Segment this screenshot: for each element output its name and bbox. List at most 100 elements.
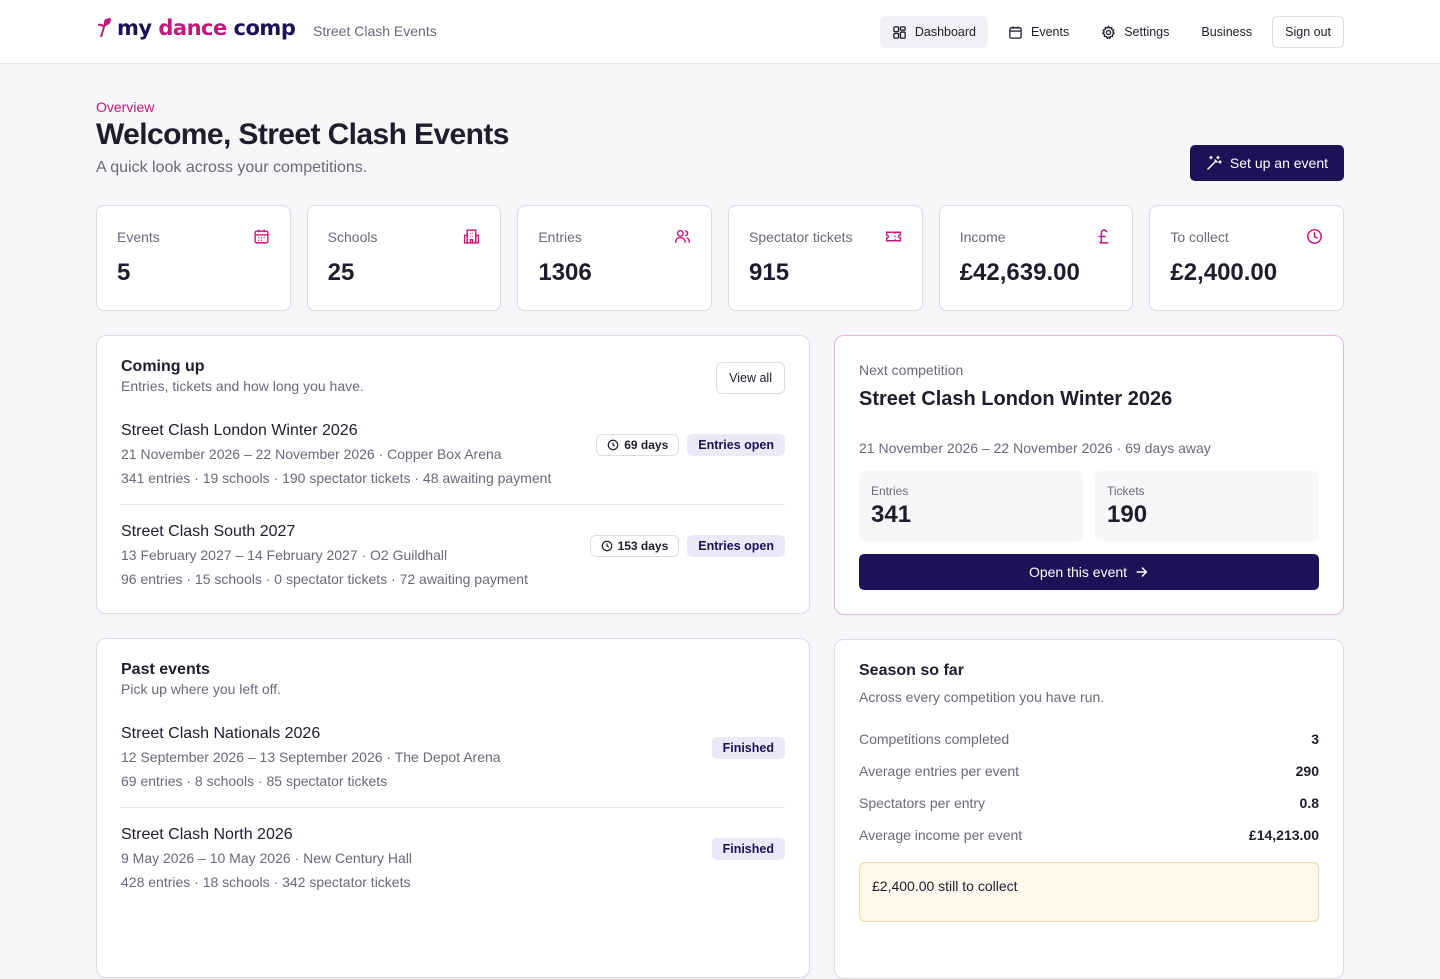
days-remaining: 69 days <box>624 438 669 452</box>
season-stat-label: Average entries per event <box>859 763 1020 779</box>
nav-business[interactable]: Business <box>1189 16 1264 48</box>
clock-icon <box>601 540 612 552</box>
view-all-button[interactable]: View all <box>716 362 785 394</box>
set-up-event-label: Set up an event <box>1229 155 1328 171</box>
event-dates-venue: 9 May 2026 – 10 May 2026 · New Century H… <box>121 850 413 866</box>
nav-settings-label: Settings <box>1124 25 1170 39</box>
users-icon <box>674 229 691 243</box>
nav-settings[interactable]: Settings <box>1089 16 1181 48</box>
page-eyebrow: Overview <box>96 99 155 115</box>
logo-wordmark: my dance comp <box>117 16 296 40</box>
top-navigation-bar: my dance comp Street Clash Events Dashbo… <box>0 0 1440 64</box>
main-nav: Dashboard Events Settings Business Sign … <box>879 16 1344 48</box>
event-badges: 153 days Entries open <box>589 535 785 557</box>
stat-value: 1306 <box>538 259 592 286</box>
stat-label: Entries <box>538 229 582 245</box>
status-badge: Finished <box>711 838 785 860</box>
stat-card-events: Events 5 <box>96 205 291 311</box>
ticket-icon <box>885 231 901 242</box>
nav-dashboard-label: Dashboard <box>914 25 976 39</box>
upcoming-event-row[interactable]: Street Clash South 2027 13 February 2027… <box>121 523 785 603</box>
building-icon <box>464 229 480 244</box>
event-badges: 69 days Entries open <box>596 434 785 456</box>
event-name: Street Clash South 2027 <box>121 523 296 540</box>
season-title: Season so far <box>859 662 964 679</box>
season-stat-label: Competitions completed <box>859 731 1010 747</box>
stat-card-to-collect: To collect £2,400.00 <box>1149 205 1345 311</box>
next-competition-dates: 21 November 2026 – 22 November 2026 · 69… <box>859 440 1211 456</box>
past-events-subtitle: Pick up where you left off. <box>121 681 282 697</box>
still-to-collect-notice: £2,400.00 still to collect <box>859 862 1319 922</box>
clock-icon <box>1307 229 1322 244</box>
status-badge: Finished <box>711 737 785 759</box>
organisation-name: Street Clash Events <box>313 23 437 39</box>
sign-out-button[interactable]: Sign out <box>1272 16 1344 48</box>
page-subtitle: A quick look across your competitions. <box>96 159 368 176</box>
row-divider <box>121 504 785 505</box>
stat-label: To collect <box>1170 229 1229 245</box>
stat-label: Schools <box>327 229 378 245</box>
event-name: Street Clash North 2026 <box>121 826 293 843</box>
event-badges: Finished <box>711 838 785 860</box>
stat-label: Spectator tickets <box>749 229 853 245</box>
entries-value: 341 <box>871 501 912 528</box>
stats-row: Events 5 Schools 25 Entries 1306 Spectat… <box>96 205 1345 311</box>
past-events-title: Past events <box>121 661 210 678</box>
stat-value: 5 <box>117 259 131 286</box>
stat-label: Events <box>117 229 160 245</box>
dashboard-grid-icon <box>893 25 906 39</box>
upcoming-event-row[interactable]: Street Clash London Winter 2026 21 Novem… <box>121 422 785 502</box>
logo-accent: dance <box>158 16 227 40</box>
season-stat-row: Average entries per event 290 <box>859 763 1319 783</box>
nav-business-label: Business <box>1201 25 1253 39</box>
event-dates-venue: 12 September 2026 – 13 September 2026 · … <box>121 749 501 765</box>
magic-wand-icon <box>1207 155 1222 170</box>
season-stat-value: 290 <box>1295 763 1319 779</box>
past-event-row[interactable]: Street Clash North 2026 9 May 2026 – 10 … <box>121 826 785 906</box>
nav-dashboard[interactable]: Dashboard <box>879 16 988 48</box>
pound-icon <box>1098 229 1109 244</box>
event-name: Street Clash Nationals 2026 <box>121 725 321 742</box>
nav-events-label: Events <box>1031 25 1070 39</box>
logo-prefix: my <box>117 16 159 40</box>
set-up-event-button[interactable]: Set up an event <box>1189 145 1344 181</box>
stat-value: £2,400.00 <box>1170 259 1278 286</box>
event-dates-venue: 13 February 2027 – 14 February 2027 · O2… <box>121 547 448 563</box>
clock-icon <box>607 439 619 451</box>
days-remaining: 153 days <box>617 539 669 553</box>
open-this-event-button[interactable]: Open this event <box>859 554 1319 590</box>
event-stats: 428 entries · 18 schools · 342 spectator… <box>121 874 411 890</box>
open-this-event-label: Open this event <box>1028 564 1128 580</box>
still-to-collect-text: £2,400.00 still to collect <box>872 878 1018 894</box>
coming-up-title: Coming up <box>121 358 205 375</box>
row-divider <box>121 807 785 808</box>
season-stat-row: Spectators per entry 0.8 <box>859 795 1319 815</box>
entries-summary: Entries 341 <box>859 471 1083 541</box>
event-stats: 96 entries · 15 schools · 0 spectator ti… <box>121 571 528 587</box>
tickets-summary: Tickets 190 <box>1095 471 1319 541</box>
stat-value: £42,639.00 <box>959 259 1080 286</box>
coming-up-subtitle: Entries, tickets and how long you have. <box>121 378 364 394</box>
stat-value: 25 <box>327 259 355 286</box>
stat-card-entries: Entries 1306 <box>517 205 713 311</box>
tickets-value: 190 <box>1107 501 1148 528</box>
calendar-icon <box>1009 25 1022 39</box>
days-remaining-badge: 153 days <box>589 535 680 557</box>
season-stat-row: Competitions completed 3 <box>859 731 1319 751</box>
next-competition-card: Next competition Street Clash London Win… <box>834 335 1344 615</box>
page-title: Welcome, Street Clash Events <box>96 118 509 151</box>
nav-events[interactable]: Events <box>996 16 1081 48</box>
past-event-row[interactable]: Street Clash Nationals 2026 12 September… <box>121 725 785 805</box>
stat-card-income: Income £42,639.00 <box>938 205 1134 311</box>
calendar-icon <box>254 229 269 244</box>
days-remaining-badge: 69 days <box>596 434 680 456</box>
stat-value: 915 <box>749 259 790 286</box>
event-badges: Finished <box>711 737 785 759</box>
arrow-right-icon <box>1136 567 1148 577</box>
gear-icon <box>1102 24 1116 39</box>
next-competition-name: Street Clash London Winter 2026 <box>859 388 1173 410</box>
season-stat-label: Spectators per entry <box>859 795 986 811</box>
status-badge: Entries open <box>687 434 785 456</box>
event-dates-venue: 21 November 2026 – 22 November 2026 · Co… <box>121 446 502 462</box>
app-logo[interactable]: my dance comp <box>97 16 296 40</box>
